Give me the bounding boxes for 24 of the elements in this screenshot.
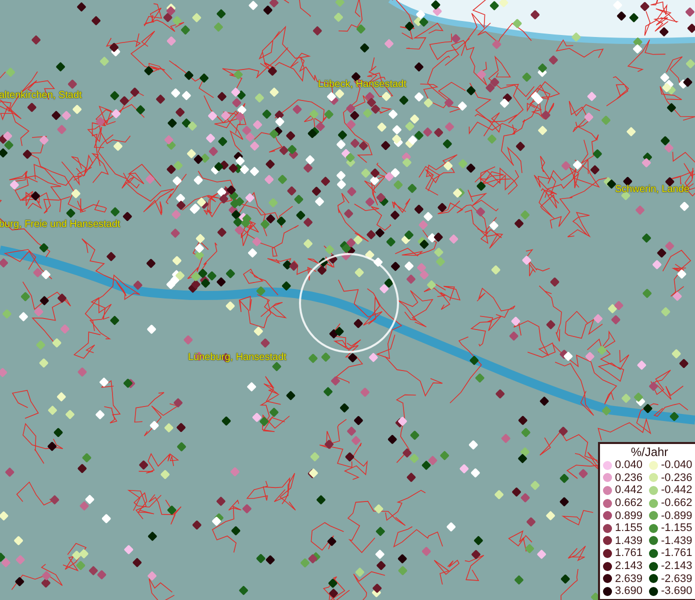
- legend-value: -0.899: [661, 510, 692, 522]
- legend-value: -1.155: [661, 522, 692, 534]
- legend-value: 0.662: [615, 497, 643, 510]
- legend-value: -0.442: [661, 484, 692, 496]
- legend-value: -2.639: [661, 572, 692, 585]
- legend-value: 2.639: [615, 572, 643, 585]
- legend-value: 1.761: [615, 547, 643, 560]
- legend-value: 0.899: [615, 510, 643, 522]
- legend-value: 0.236: [615, 472, 643, 484]
- legend-value: 1.155: [615, 522, 643, 534]
- legend-value: -3.690: [661, 585, 692, 598]
- legend-value: -0.040: [661, 459, 692, 472]
- legend-value: 0.442: [615, 484, 643, 496]
- legend-value: -2.143: [661, 560, 692, 572]
- legend-value: 0.040: [615, 459, 643, 472]
- legend-value: -1.761: [661, 547, 692, 560]
- legend-value: -1.439: [661, 534, 692, 547]
- legend-value: -0.236: [661, 472, 692, 484]
- selection-circle-icon[interactable]: [297, 251, 401, 355]
- legend-value: 2.143: [615, 560, 643, 572]
- legend-title: %/Jahr: [630, 445, 668, 459]
- legend-value: 1.439: [615, 534, 643, 547]
- legend-value: 3.690: [615, 585, 643, 598]
- legend-value: -0.662: [661, 497, 692, 510]
